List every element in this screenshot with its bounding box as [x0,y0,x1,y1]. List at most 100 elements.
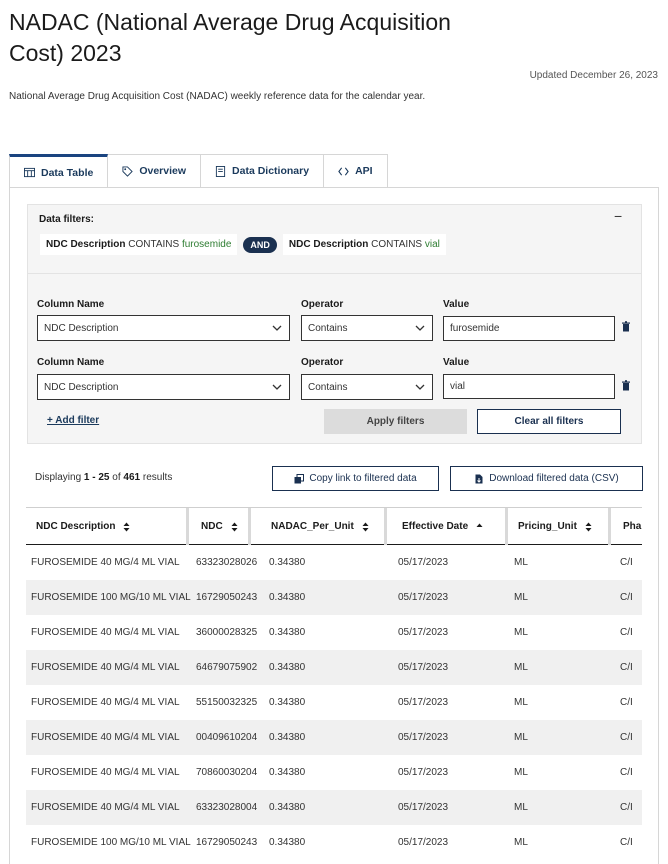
download-csv-button[interactable]: Download filtered data (CSV) [450,466,643,491]
table-cell: 70860030204 [196,767,258,778]
table-cell: FUROSEMIDE 100 MG/10 ML VIAL [31,837,191,848]
operator-select[interactable]: Contains [301,374,433,400]
table-cell: ML [514,627,528,638]
column-select[interactable]: NDC Description [37,374,290,400]
table-cell: 0.34380 [269,837,306,848]
table-row: FUROSEMIDE 40 MG/4 ML VIAL 55150032325 0.3… [26,685,642,720]
filter-chip: NDC Description CONTAINS furosemide [40,234,238,255]
tab-data-table[interactable]: Data Table [9,154,109,188]
table-cell: 05/17/2023 [398,627,449,638]
table-row: FUROSEMIDE 100 MG/10 ML VIAL 16729050243 0… [26,825,642,860]
chevron-down-icon [272,384,282,390]
and-badge: AND [243,236,277,253]
trash-icon[interactable] [621,380,631,391]
clear-filters-button[interactable]: Clear all filters [477,409,621,434]
dataset-description: National Average Drug Acquisition Cost (… [9,91,426,102]
tab-label: Data Dictionary [232,165,310,177]
table-cell: 0.34380 [269,732,306,743]
table-row: FUROSEMIDE 40 MG/4 ML VIAL 70860030204 0.3… [26,755,642,790]
sort-icon [585,522,592,531]
table-cell: 0.34380 [269,662,306,673]
table-cell: ML [514,697,528,708]
table-cell: C/I [620,802,633,813]
collapse-filters-button[interactable]: − [614,208,622,224]
filters-heading: Data filters: [39,214,95,225]
table-cell: 0.34380 [269,557,306,568]
table-cell: 0.34380 [269,592,306,603]
table-cell: FUROSEMIDE 40 MG/4 ML VIAL [31,732,180,743]
table-cell: C/I [620,557,633,568]
chevron-down-icon [272,325,282,331]
add-filter-link[interactable]: + Add filter [47,415,99,426]
tab-label: Overview [139,165,187,177]
tab-data-dictionary[interactable]: Data Dictionary [201,154,325,187]
column-name-label: Column Name [37,357,105,368]
filter-chip: NDC Description CONTAINS vial [282,234,446,255]
table-cell: ML [514,802,528,813]
table-cell: 05/17/2023 [398,732,449,743]
operator-label: Operator [301,357,344,368]
tab-api[interactable]: API [324,154,388,187]
tab-overview[interactable]: Overview [108,154,202,187]
table-cell: 55150032325 [196,697,258,708]
results-count: Displaying 1 - 25 of 461 results [35,472,173,483]
column-header-ndc[interactable]: NDC [191,508,251,545]
table-cell: FUROSEMIDE 40 MG/4 ML VIAL [31,662,180,673]
table-cell: 36000028325 [196,627,258,638]
active-filters: NDC Description CONTAINS furosemide AND … [40,234,446,255]
sort-icon [123,522,130,531]
tag-icon [122,165,134,177]
table-cell: 05/17/2023 [398,662,449,673]
trash-icon[interactable] [621,321,631,332]
table-cell: 05/17/2023 [398,592,449,603]
table-row: FUROSEMIDE 40 MG/4 ML VIAL 00409610204 0.3… [26,720,642,755]
table-cell: FUROSEMIDE 40 MG/4 ML VIAL [31,697,180,708]
table-cell: 64679075902 [196,662,258,673]
copy-icon [294,473,305,483]
value-label: Value [443,299,470,310]
table-cell: 0.34380 [269,802,306,813]
chevron-down-icon [415,384,425,390]
column-name-label: Column Name [37,299,105,310]
operator-select[interactable]: Contains [301,315,433,341]
table-cell: C/I [620,627,633,638]
table-cell: 16729050243 [196,592,258,603]
column-header-effective-date[interactable]: Effective Date [392,508,508,545]
table-cell: FUROSEMIDE 100 MG/10 ML VIAL [31,592,191,603]
table-cell: 63323028004 [196,802,258,813]
table-row: FUROSEMIDE 100 MG/10 ML VIAL 16729050243 0… [26,580,642,615]
data-table: NDC Description NDC NADAC_Per_Unit Effec… [26,507,642,864]
sort-icon [362,522,369,531]
value-input[interactable]: furosemide [443,316,615,341]
table-row: FUROSEMIDE 40 MG/4 ML VIAL 63323028004 0.3… [26,790,642,825]
table-cell: FUROSEMIDE 40 MG/4 ML VIAL [31,802,180,813]
column-header-pharmacy-type[interactable]: Pha [613,508,642,545]
chevron-down-icon [415,325,425,331]
sort-ascending-icon [476,523,483,527]
updated-date: Updated December 26, 2023 [529,70,658,81]
column-header-pricing-unit[interactable]: Pricing_Unit [508,508,611,545]
value-label: Value [443,357,470,368]
table-cell: 0.34380 [269,627,306,638]
tab-bar: Data Table Overview Data Dictionary API [9,154,388,188]
column-header-ndc-description[interactable]: NDC Description [26,508,189,545]
table-cell: 00409610204 [196,732,258,743]
table-cell: ML [514,837,528,848]
table-header: NDC Description NDC NADAC_Per_Unit Effec… [26,507,642,545]
table-row: FUROSEMIDE 40 MG/4 ML VIAL 63323028026 0.3… [26,545,642,580]
tab-label: API [355,165,373,177]
table-cell: ML [514,557,528,568]
table-cell: 05/17/2023 [398,802,449,813]
column-select[interactable]: NDC Description [37,315,290,341]
value-input[interactable]: vial [443,374,615,399]
table-cell: 05/17/2023 [398,557,449,568]
book-icon [215,165,226,177]
column-header-nadac-per-unit[interactable]: NADAC_Per_Unit [261,508,387,545]
file-download-icon [475,474,483,483]
table-cell: FUROSEMIDE 40 MG/4 ML VIAL [31,767,180,778]
table-cell: 0.34380 [269,767,306,778]
copy-link-button[interactable]: Copy link to filtered data [272,466,439,491]
divider [27,273,642,274]
apply-filters-button[interactable]: Apply filters [324,409,467,434]
table-cell: C/I [620,662,633,673]
